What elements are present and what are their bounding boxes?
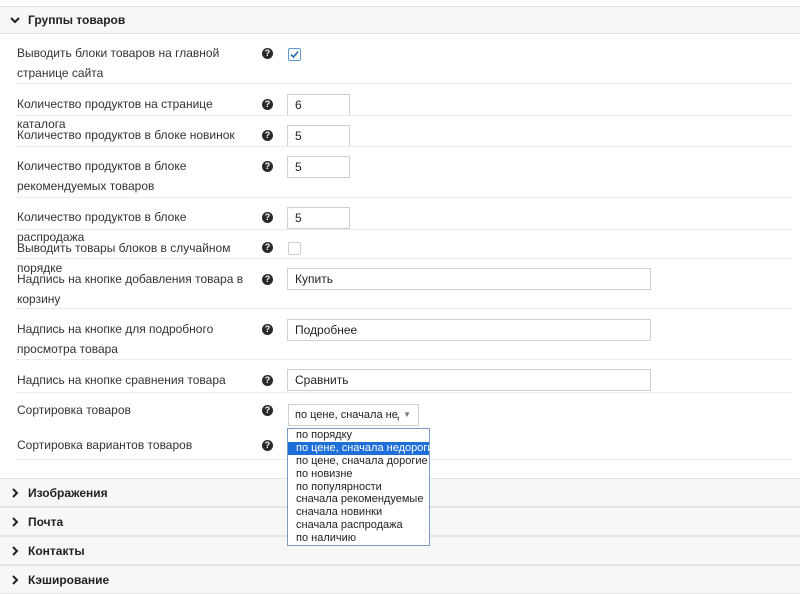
row-sort: Сортировка товаров ? по цене, сначала не…	[8, 393, 800, 426]
section-header-groups[interactable]: Группы товаров	[0, 6, 800, 34]
field-label: Количество продуктов в блоке рекомендуем…	[17, 159, 187, 193]
featured-count-input[interactable]: 5	[287, 156, 350, 178]
help-icon[interactable]: ?	[262, 440, 273, 451]
help-icon[interactable]: ?	[262, 99, 273, 110]
sort-select[interactable]: по цене, сначала недорогие ▼	[288, 404, 419, 426]
row-buy-label: Надпись на кнопке добавления товара в ко…	[8, 259, 800, 309]
help-icon[interactable]: ?	[262, 212, 273, 223]
field-label: Сортировка вариантов товаров	[17, 438, 193, 452]
sort-option[interactable]: сначала рекомендуемые	[288, 493, 429, 506]
sort-option[interactable]: по порядку	[288, 429, 429, 442]
chevron-right-icon	[12, 545, 19, 556]
row-featured-count: Количество продуктов в блоке рекомендуем…	[8, 147, 800, 198]
dropdown-arrow-icon: ▼	[403, 410, 411, 419]
random-order-checkbox[interactable]	[288, 242, 301, 255]
sort-option[interactable]: по популярности	[288, 481, 429, 494]
section-title: Контакты	[28, 543, 85, 558]
groups-panel: Выводить блоки товаров на главной страни…	[0, 34, 800, 478]
row-details-label: Надпись на кнопке для подробного просмот…	[8, 309, 800, 360]
field-label: Количество продуктов в блоке новинок	[17, 128, 235, 142]
row-new-count: Количество продуктов в блоке новинок ? 5	[8, 116, 800, 147]
sort-option[interactable]: по новизне	[288, 468, 429, 481]
section-header-cache[interactable]: Кэширование	[0, 565, 800, 594]
section-title: Кэширование	[28, 572, 110, 587]
help-icon[interactable]: ?	[262, 405, 273, 416]
chevron-down-icon	[10, 17, 20, 24]
help-icon[interactable]: ?	[262, 274, 273, 285]
chevron-right-icon	[12, 487, 19, 498]
row-show-blocks: Выводить блоки товаров на главной страни…	[8, 34, 800, 84]
chevron-right-icon	[12, 574, 19, 585]
row-sale-count: Количество продуктов в блоке распродажа …	[8, 198, 800, 244]
help-icon[interactable]: ?	[262, 242, 273, 253]
help-icon[interactable]: ?	[262, 48, 273, 59]
help-icon[interactable]: ?	[262, 161, 273, 172]
section-title: Изображения	[28, 485, 108, 500]
sort-option-selected[interactable]: по цене, сначала недорогие	[288, 441, 440, 455]
details-button-text-input[interactable]: Подробнее	[287, 319, 651, 341]
field-label: Сортировка товаров	[17, 403, 131, 417]
help-icon[interactable]: ?	[262, 324, 273, 335]
sort-option[interactable]: сначала новинки	[288, 506, 429, 519]
catalog-count-input[interactable]: 6	[287, 94, 350, 116]
new-count-input[interactable]: 5	[287, 125, 350, 147]
show-blocks-checkbox[interactable]	[288, 48, 301, 61]
sort-option[interactable]: по цене, сначала дорогие	[288, 455, 429, 468]
sort-select-value: по цене, сначала недорогие	[295, 409, 399, 421]
sort-dropdown-list[interactable]: по порядку по цене, сначала недорогие по…	[287, 428, 440, 546]
chevron-right-icon	[12, 516, 19, 527]
section-title: Почта	[28, 514, 64, 529]
compare-button-text-input[interactable]: Сравнить	[287, 369, 651, 391]
sale-count-input[interactable]: 5	[287, 207, 350, 229]
buy-button-text-input[interactable]: Купить	[287, 268, 651, 290]
field-label: Выводить блоки товаров на главной страни…	[17, 46, 220, 80]
help-icon[interactable]: ?	[262, 375, 273, 386]
field-label: Надпись на кнопке для подробного просмот…	[17, 322, 214, 356]
row-catalog-count: Количество продуктов на странице каталог…	[8, 84, 800, 131]
field-label: Надпись на кнопке добавления товара в ко…	[17, 272, 244, 306]
field-label: Надпись на кнопке сравнения товара	[17, 373, 226, 387]
sort-option[interactable]: по наличию	[288, 532, 429, 545]
help-icon[interactable]: ?	[262, 130, 273, 141]
row-random-order: Выводить товары блоков в случайном поряд…	[8, 230, 800, 275]
row-compare-label: Надпись на кнопке сравнения товара ? Сра…	[8, 360, 800, 393]
section-title: Группы товаров	[28, 13, 126, 27]
sort-option[interactable]: сначала распродажа	[288, 519, 429, 532]
checkmark-icon	[290, 50, 299, 59]
